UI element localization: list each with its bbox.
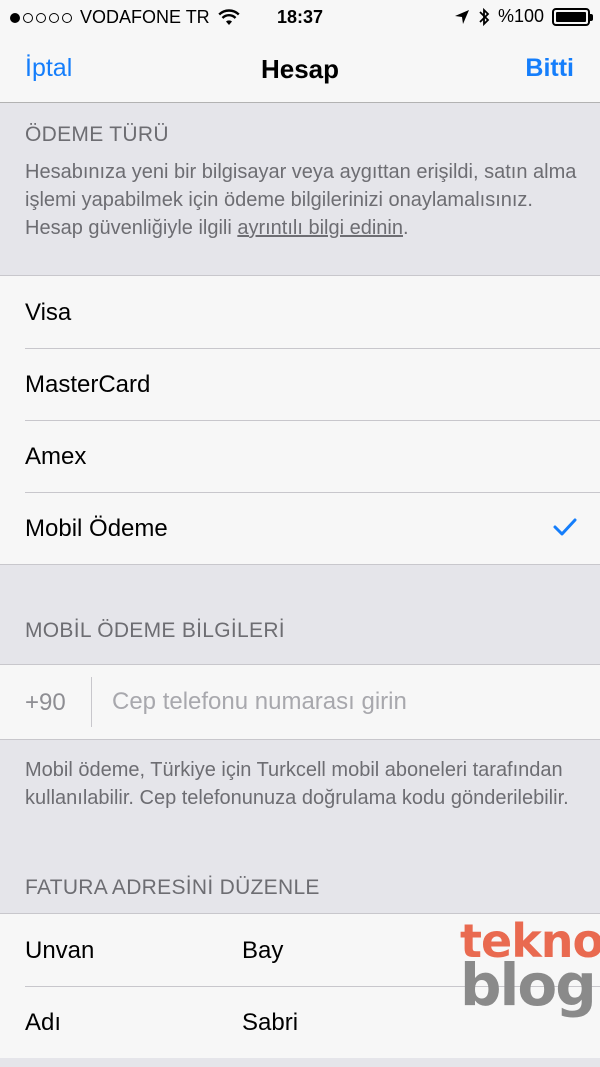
battery-percentage: %100: [497, 6, 544, 26]
page-title: Hesap: [260, 54, 340, 84]
status-bar: VODAFONE TR 18:37 %100: [0, 0, 600, 34]
location-arrow-icon: [454, 9, 469, 24]
payment-option-amex[interactable]: Amex: [0, 420, 600, 492]
payment-option-label: Mobil Ödeme: [25, 515, 168, 542]
mobile-payment-footer: Mobil ödeme, Türkiye için Turkcell mobil…: [25, 759, 569, 809]
payment-option-label: Visa: [25, 299, 72, 326]
teknoblog-watermark-logo: tekno blog: [460, 918, 600, 1014]
billing-field-value[interactable]: Sabri: [242, 1009, 298, 1037]
watermark-line-2: blog: [460, 951, 597, 1019]
payment-type-header: ÖDEME TÜRÜ: [25, 123, 169, 146]
payment-option-mobile[interactable]: Mobil Ödeme: [0, 492, 600, 564]
checkmark-icon: [553, 518, 577, 536]
payment-option-mastercard[interactable]: MasterCard: [0, 348, 600, 420]
phone-number-input[interactable]: [112, 679, 572, 725]
field-divider: [91, 677, 92, 727]
battery-icon: [552, 7, 593, 26]
description-end: .: [403, 217, 409, 239]
payment-options-list: Visa MasterCard Amex Mobil Ödeme: [0, 275, 600, 565]
mobile-payment-header: MOBİL ÖDEME BİLGİLERİ: [25, 619, 285, 642]
country-code[interactable]: +90: [25, 689, 66, 717]
learn-more-link[interactable]: ayrıntılı bilgi edinin: [237, 217, 403, 239]
payment-option-visa[interactable]: Visa: [0, 276, 600, 348]
done-button[interactable]: Bitti: [525, 54, 574, 83]
payment-type-description: Hesabınıza yeni bir bilgisayar veya aygı…: [25, 158, 580, 242]
billing-header: FATURA ADRESİNİ DÜZENLE: [25, 876, 320, 899]
payment-option-label: MasterCard: [25, 371, 151, 398]
navigation-bar: İptal Hesap Bitti: [0, 34, 600, 103]
phone-number-row: +90: [0, 665, 600, 739]
payment-option-label: Amex: [25, 443, 87, 470]
billing-field-label: Unvan: [25, 937, 95, 964]
status-right: %100: [454, 6, 593, 27]
bluetooth-icon: [479, 7, 490, 26]
billing-field-value[interactable]: Bay: [242, 937, 283, 965]
phone-number-group: +90: [0, 664, 600, 740]
billing-field-label: Adı: [25, 1009, 62, 1036]
